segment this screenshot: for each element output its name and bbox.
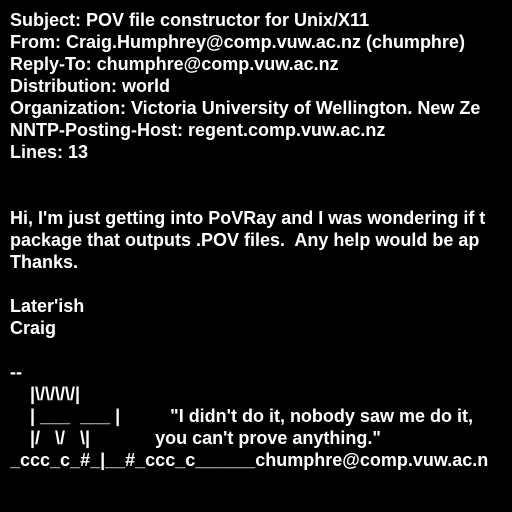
organization-header: Organization: Victoria University of Wel… (10, 98, 481, 118)
lines-header: Lines: 13 (10, 142, 89, 162)
ascii-art-quote-line: |/ \/ \| you can't prove anything." (10, 428, 381, 448)
closing-line: Later'ish (10, 296, 85, 316)
ascii-art-quote-line: | ___ ___ | "I didn't do it, nobody saw … (10, 406, 473, 426)
body-line: package that outputs .POV files. Any hel… (10, 230, 480, 250)
ascii-art-line: |\/\/\/\/| (10, 384, 81, 404)
signature-separator: -- (10, 362, 22, 382)
message-text: Subject: POV file constructor for Unix/X… (10, 9, 512, 471)
body-line: Thanks. (10, 252, 79, 272)
from-header: From: Craig.Humphrey@comp.vuw.ac.nz (chu… (10, 32, 465, 52)
message-page: { "colors": { "background": "#000000", "… (0, 0, 512, 512)
subject-header: Subject: POV file constructor for Unix/X… (10, 10, 370, 30)
body-line: Hi, I'm just getting into PoVRay and I w… (10, 208, 486, 228)
distribution-header: Distribution: world (10, 76, 170, 96)
reply-to-header: Reply-To: chumphre@comp.vuw.ac.nz (10, 54, 339, 74)
signature-name: Craig (10, 318, 57, 338)
nntp-posting-host-header: NNTP-Posting-Host: regent.comp.vuw.ac.nz (10, 120, 386, 140)
ascii-art-email-line: _ccc_c_#_|__#_ccc_c______chumphre@comp.v… (10, 450, 489, 470)
